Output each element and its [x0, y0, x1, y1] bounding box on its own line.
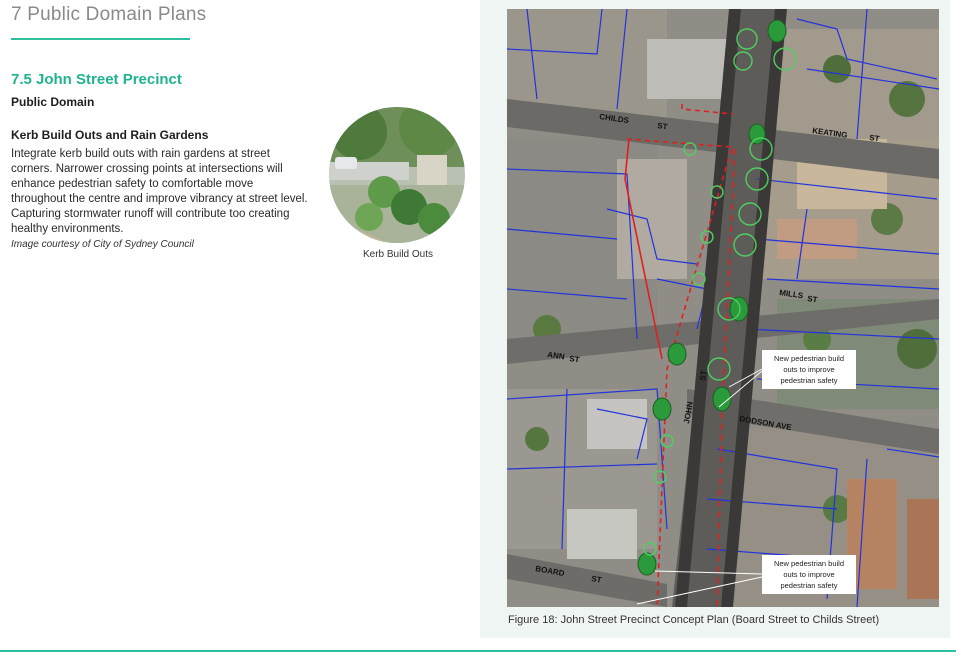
- label-mills-st: ST: [807, 294, 818, 304]
- label-john-st: ST: [698, 370, 709, 382]
- photo-caption: Kerb Build Outs: [362, 249, 434, 260]
- callout-build-outs-north: New pedestrian build outs to improve ped…: [762, 350, 856, 389]
- aerial-map: CHILDS ST KEATING ST MILLS ST ANN ST JOH…: [507, 9, 939, 607]
- label-childs-st: ST: [657, 121, 668, 131]
- photo-illustration: [329, 107, 465, 243]
- concept-plan-map: CHILDS ST KEATING ST MILLS ST ANN ST JOH…: [507, 9, 939, 607]
- item-heading: Kerb Build Outs and Rain Gardens: [11, 128, 209, 142]
- chapter-title: 7 Public Domain Plans: [11, 4, 207, 25]
- label-ann-st: ST: [569, 354, 580, 364]
- item-body-text: Integrate kerb build outs with rain gard…: [11, 148, 308, 235]
- section-heading: 7.5 John Street Precinct: [11, 71, 182, 88]
- figure-caption: Figure 18: John Street Precinct Concept …: [508, 614, 880, 626]
- callout-build-outs-south: New pedestrian build outs to improve ped…: [762, 555, 856, 594]
- label-board-st: ST: [591, 574, 603, 585]
- section-subheading: Public Domain: [11, 95, 95, 109]
- kerb-build-out-photo: [329, 107, 465, 243]
- chapter-divider: [11, 38, 190, 40]
- image-credit: Image courtesy of City of Sydney Council: [11, 239, 194, 250]
- label-keating-st: ST: [869, 133, 880, 143]
- footer-divider: [0, 650, 956, 652]
